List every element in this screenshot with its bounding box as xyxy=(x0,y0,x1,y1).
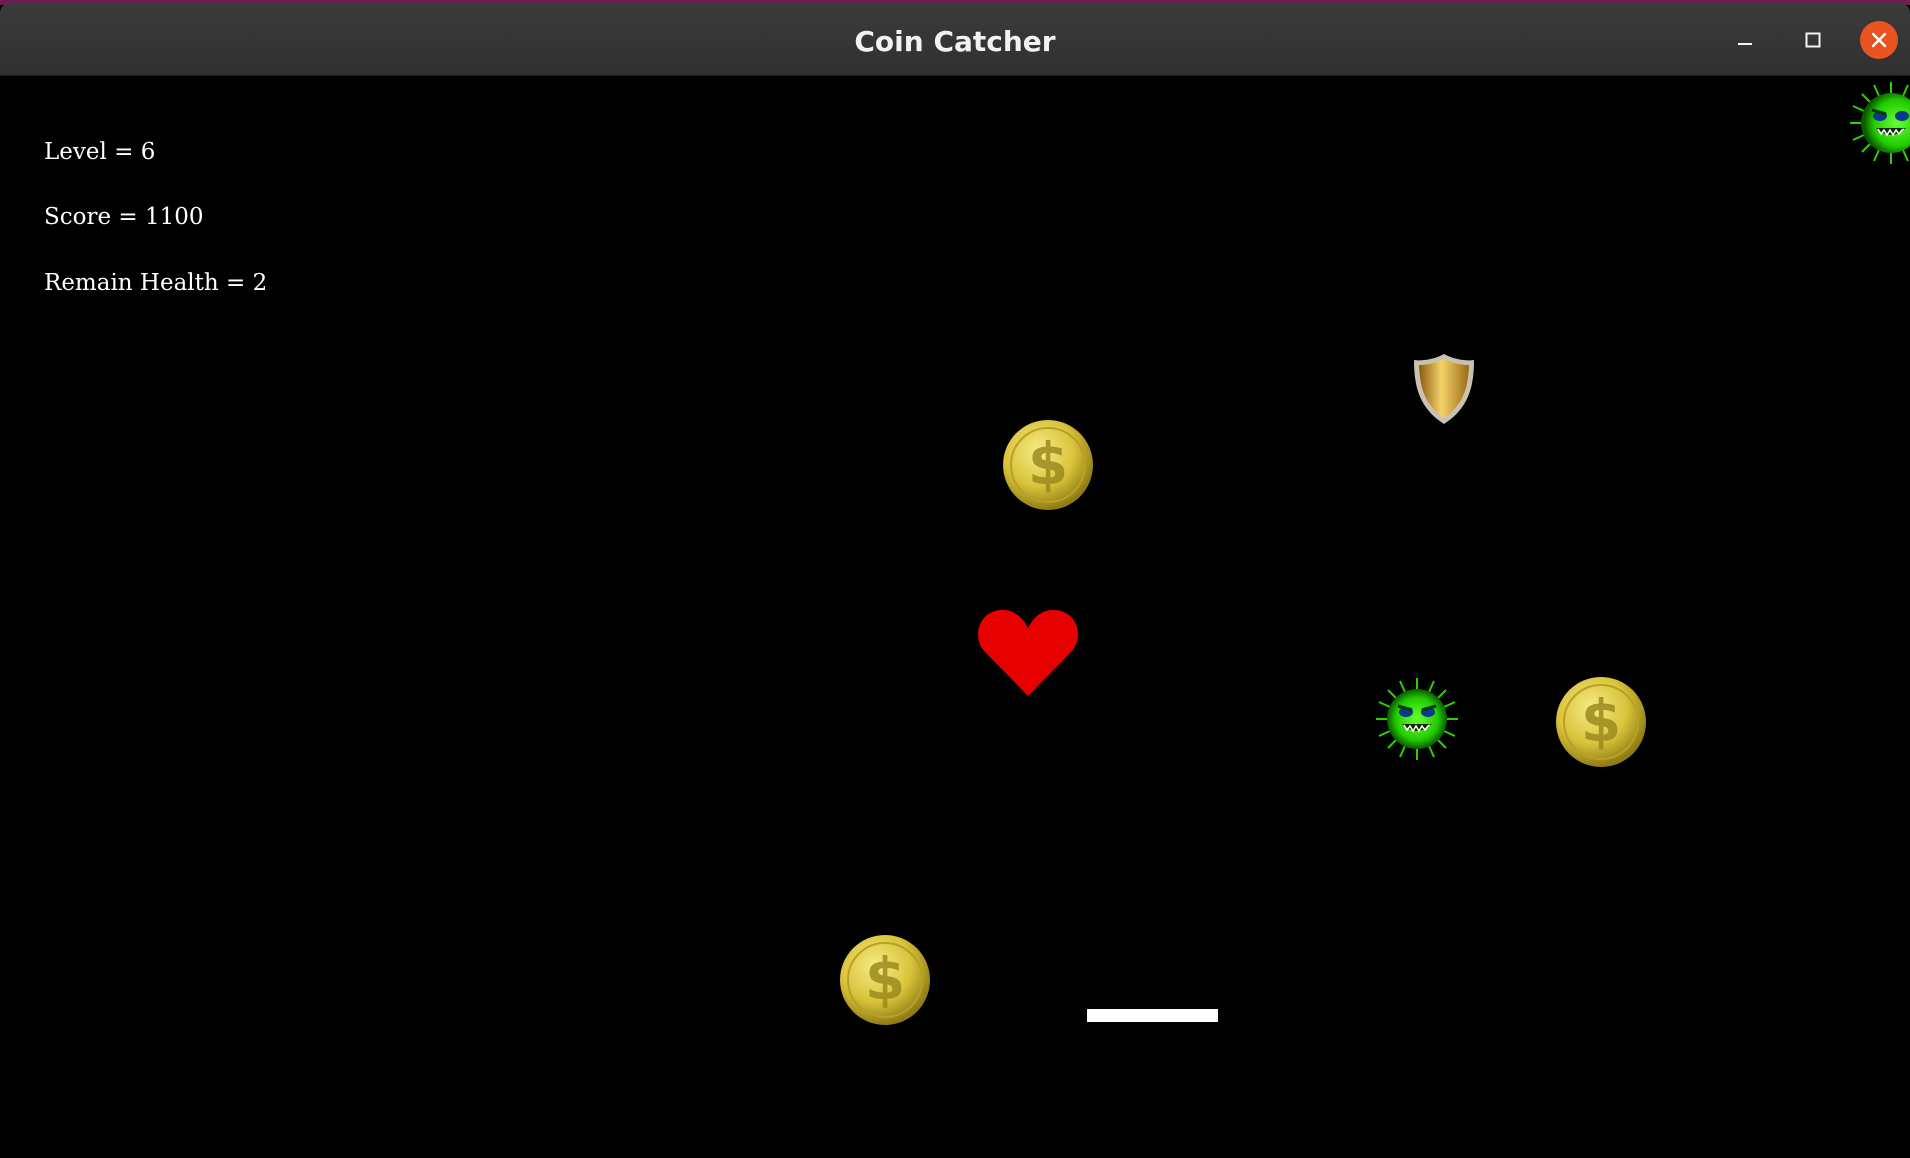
level-label: Level = 6 xyxy=(44,139,156,165)
close-button[interactable] xyxy=(1860,21,1898,59)
game-canvas[interactable]: Level = 6 Score = 1100 Remain Health = 2… xyxy=(0,77,1910,1158)
heart-icon xyxy=(978,609,1078,696)
green-monster-icon xyxy=(1850,82,1910,164)
svg-text:$: $ xyxy=(1581,687,1621,755)
dollar-coin-icon: $ xyxy=(1003,420,1093,510)
dollar-coin-icon: $ xyxy=(1556,677,1646,767)
maximize-icon xyxy=(1805,32,1821,48)
window-title: Coin Catcher xyxy=(854,25,1056,58)
dollar-coin-icon: $ xyxy=(840,935,930,1025)
white-paddle[interactable] xyxy=(1087,1009,1218,1022)
health-label: Remain Health = 2 xyxy=(44,270,268,296)
window-titlebar[interactable]: Coin Catcher xyxy=(0,3,1910,76)
minimize-button[interactable] xyxy=(1726,21,1764,59)
minimize-icon xyxy=(1738,43,1752,45)
svg-text:$: $ xyxy=(1028,430,1068,498)
close-icon xyxy=(1871,32,1887,48)
maximize-button[interactable] xyxy=(1794,21,1832,59)
svg-text:$: $ xyxy=(865,945,905,1013)
green-monster-icon xyxy=(1376,678,1458,760)
shield-icon xyxy=(1414,354,1474,424)
score-label: Score = 1100 xyxy=(44,204,204,230)
